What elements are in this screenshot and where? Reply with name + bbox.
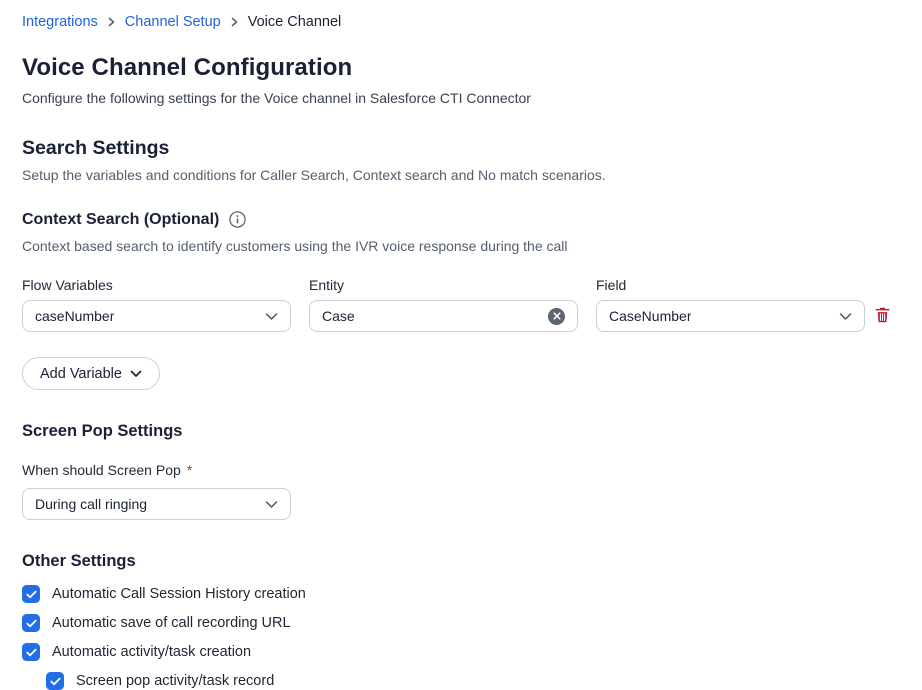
context-search-variable-row: Flow Variables caseNumber Entity Field C…: [22, 277, 900, 332]
entity-label: Entity: [309, 277, 578, 294]
add-variable-button[interactable]: Add Variable: [22, 357, 160, 390]
breadcrumb: Integrations Channel Setup Voice Channel: [22, 14, 900, 30]
checkbox-automatic-call-session-history[interactable]: Automatic Call Session History creation: [22, 585, 900, 603]
required-asterisk: *: [187, 462, 192, 479]
other-settings-title: Other Settings: [22, 551, 900, 571]
flow-variables-value: caseNumber: [35, 308, 114, 324]
field-label: Field: [596, 277, 865, 294]
page-title: Voice Channel Configuration: [22, 54, 900, 82]
entity-input-wrap: [309, 300, 578, 332]
checkbox-automatic-activity-task-creation[interactable]: Automatic activity/task creation: [22, 643, 900, 661]
checkbox-label: Automatic save of call recording URL: [52, 615, 291, 631]
entity-input[interactable]: [322, 308, 540, 324]
chevron-down-icon: [265, 500, 278, 509]
screen-pop-value: During call ringing: [35, 496, 147, 512]
checkbox-checked-icon[interactable]: [46, 672, 64, 690]
clear-icon[interactable]: [548, 308, 565, 325]
delete-variable-button[interactable]: [873, 305, 892, 325]
search-settings-description: Setup the variables and conditions for C…: [22, 167, 900, 184]
checkbox-checked-icon[interactable]: [22, 614, 40, 632]
when-should-screen-pop-label: When should Screen Pop: [22, 462, 181, 479]
breadcrumb-voice-channel: Voice Channel: [248, 14, 342, 30]
search-settings-title: Search Settings: [22, 137, 900, 160]
checkbox-automatic-save-recording-url[interactable]: Automatic save of call recording URL: [22, 614, 900, 632]
add-variable-label: Add Variable: [40, 366, 122, 382]
field-select[interactable]: CaseNumber: [596, 300, 865, 332]
chevron-down-icon: [130, 370, 142, 378]
screen-pop-select[interactable]: During call ringing: [22, 488, 291, 520]
voice-channel-configuration-page: Integrations Channel Setup Voice Channel…: [0, 0, 922, 690]
checkbox-checked-icon[interactable]: [22, 585, 40, 603]
chevron-down-icon: [839, 312, 852, 321]
field-value: CaseNumber: [609, 308, 691, 324]
context-search-title: Context Search (Optional): [22, 210, 219, 229]
checkbox-label: Screen pop activity/task record: [76, 673, 274, 689]
breadcrumb-integrations[interactable]: Integrations: [22, 14, 98, 30]
breadcrumb-chevron-icon: [230, 16, 239, 28]
checkbox-label: Automatic Call Session History creation: [52, 586, 306, 602]
screen-pop-settings-title: Screen Pop Settings: [22, 421, 900, 441]
checkbox-checked-icon[interactable]: [22, 643, 40, 661]
trash-icon: [875, 307, 890, 323]
chevron-down-icon: [265, 312, 278, 321]
context-search-description: Context based search to identify custome…: [22, 238, 900, 255]
breadcrumb-chevron-icon: [107, 16, 116, 28]
flow-variables-select[interactable]: caseNumber: [22, 300, 291, 332]
breadcrumb-channel-setup[interactable]: Channel Setup: [125, 14, 221, 30]
checkbox-screen-pop-activity-task-record[interactable]: Screen pop activity/task record: [46, 672, 900, 690]
other-settings-checkbox-list: Automatic Call Session History creation …: [22, 585, 900, 690]
flow-variables-label: Flow Variables: [22, 277, 291, 294]
checkbox-label: Automatic activity/task creation: [52, 644, 251, 660]
info-icon[interactable]: [229, 211, 246, 228]
page-subtitle: Configure the following settings for the…: [22, 90, 900, 107]
